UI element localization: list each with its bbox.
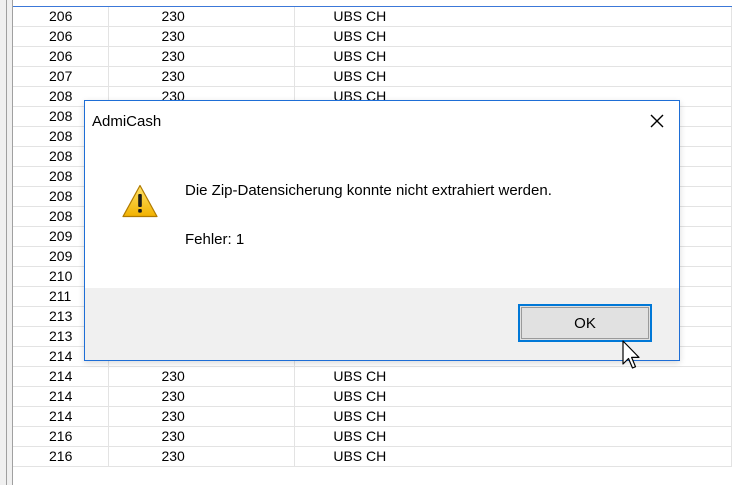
grid-cell-id: 206 — [13, 46, 110, 67]
close-icon — [650, 114, 664, 128]
grid-cell-code: 230 — [108, 26, 296, 47]
close-button[interactable] — [637, 107, 677, 135]
grid-cell-code: 230 — [108, 386, 296, 407]
dialog-message-area: Die Zip-Datensicherung konnte nicht extr… — [85, 134, 679, 288]
dialog-message: Die Zip-Datensicherung konnte nicht extr… — [185, 182, 552, 199]
grid-row[interactable]: 214230UBS CH — [13, 386, 732, 407]
grid-cell-bank: UBS CH — [294, 46, 732, 67]
grid-cell-id: 206 — [13, 7, 110, 27]
grid-cell-bank: UBS CH — [294, 406, 732, 427]
dialog-error-code: Fehler: 1 — [185, 231, 245, 248]
dialog-title: AdmiCash — [92, 113, 162, 130]
error-dialog: AdmiCash Die Zip-Datensicherung konnte n… — [84, 100, 680, 361]
ok-button[interactable]: OK — [518, 304, 652, 342]
grid-row[interactable]: 206 230 UBS CH — [13, 26, 732, 47]
grid-cell-code: 230 — [108, 366, 296, 387]
grid-row[interactable]: 206 230 UBS CH — [13, 7, 732, 27]
dialog-title-bar[interactable]: AdmiCash — [85, 101, 679, 134]
grid-cell-id: 206 — [13, 26, 110, 47]
grid-cell-code: 230 — [108, 406, 296, 427]
grid-cell-id: 214 — [13, 366, 110, 387]
grid-row[interactable]: 214230UBS CH — [13, 406, 732, 427]
grid-cell-id: 214 — [13, 406, 110, 427]
grid-cell-bank: UBS CH — [294, 446, 732, 467]
grid-cell-bank: UBS CH — [294, 386, 732, 407]
grid-cell-id: 207 — [13, 66, 110, 87]
grid-row[interactable]: 216 230 UBS CH — [13, 446, 732, 467]
grid-cell-id: 214 — [13, 386, 110, 407]
grid-cell-bank: UBS CH — [294, 7, 732, 27]
grid-cell-bank: UBS CH — [294, 66, 732, 87]
grid-cell-code: 230 — [108, 46, 296, 67]
dialog-button-bar: OK — [85, 288, 679, 360]
grid-cell-code: 230 — [108, 426, 296, 447]
grid-cell-code: 230 — [108, 66, 296, 87]
grid-cell-bank: UBS CH — [294, 366, 732, 387]
grid-row[interactable]: 216 230 UBS CH — [13, 426, 732, 447]
grid-row[interactable]: 207 230 UBS CH — [13, 66, 732, 87]
grid-cell-code: 230 — [108, 7, 296, 27]
grid-cell-id: 216 — [13, 426, 110, 447]
grid-cell-id: 216 — [13, 446, 110, 467]
grid-row[interactable]: 206 230 UBS CH — [13, 46, 732, 67]
mouse-cursor-icon — [622, 340, 640, 369]
grid-cell-bank: UBS CH — [294, 26, 732, 47]
grid-cell-bank: UBS CH — [294, 426, 732, 447]
grid-cell-code: 230 — [108, 446, 296, 467]
warning-icon — [122, 184, 158, 218]
